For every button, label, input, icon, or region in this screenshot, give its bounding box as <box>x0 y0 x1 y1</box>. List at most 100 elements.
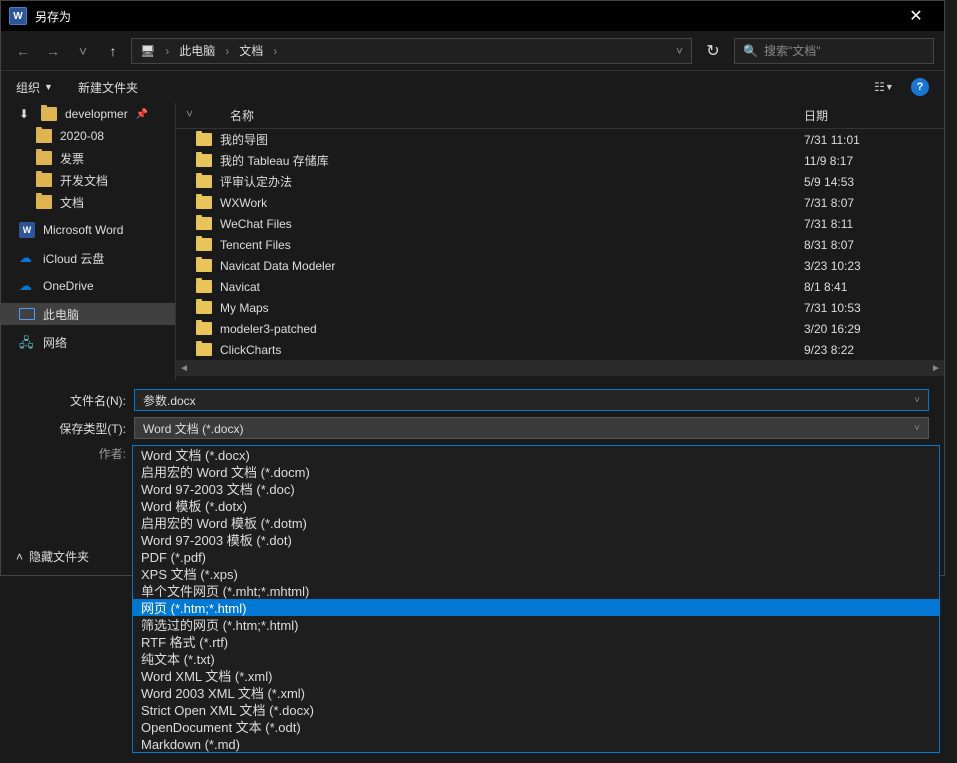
file-date-text: 3/20 16:29 <box>804 322 934 336</box>
filetype-option[interactable]: 网页 (*.htm;*.html) <box>133 599 939 616</box>
sidebar-item-发票[interactable]: 发票 <box>1 147 175 169</box>
file-date-text: 9/23 8:22 <box>804 343 934 357</box>
file-row[interactable]: modeler3-patched3/20 16:29 <box>176 318 944 339</box>
folder-icon <box>196 154 212 167</box>
filetype-option[interactable]: Markdown (*.md) <box>133 735 939 752</box>
new-folder-button[interactable]: 新建文件夹 <box>78 79 138 96</box>
hide-folders-toggle[interactable]: ˄ 隐藏文件夹 <box>16 548 89 565</box>
forward-button[interactable]: → <box>41 43 65 59</box>
column-name-header[interactable]: 名称 <box>200 107 804 124</box>
pc-icon: 🖥 <box>140 44 155 58</box>
file-row[interactable]: Tencent Files8/31 8:07 <box>176 234 944 255</box>
file-date-text: 7/31 10:53 <box>804 301 934 315</box>
expand-arrow[interactable]: ˅ <box>186 107 200 124</box>
folder-icon <box>36 173 52 187</box>
column-date-header[interactable]: 日期 <box>804 107 934 124</box>
dialog-title: 另存为 <box>35 8 71 25</box>
sidebar: ⬇developmer📌2020-08发票开发文档文档 WMicrosoft Wo… <box>1 103 176 381</box>
file-name-text: 评审认定办法 <box>220 173 292 190</box>
breadcrumb-root[interactable]: 此电脑 <box>179 42 215 59</box>
chevron-down-icon[interactable]: ˅ <box>914 423 920 434</box>
pc-icon <box>19 308 35 320</box>
file-row[interactable]: 我的 Tableau 存储库11/9 8:17 <box>176 150 944 171</box>
filetype-dropdown-list[interactable]: Word 文档 (*.docx)启用宏的 Word 文档 (*.docm)Wor… <box>132 445 940 753</box>
file-row[interactable]: 评审认定办法5/9 14:53 <box>176 171 944 192</box>
scroll-left-arrow[interactable]: ◄ <box>176 363 192 374</box>
sidebar-item-onedrive[interactable]: ☁OneDrive <box>1 275 175 297</box>
sidebar-item-文档[interactable]: 文档 <box>1 191 175 213</box>
file-name-text: Tencent Files <box>220 238 291 252</box>
search-icon: 🔍 <box>743 44 758 58</box>
folder-icon <box>36 195 52 209</box>
filename-label: 文件名(N): <box>16 392 126 409</box>
sidebar-item-developmer[interactable]: ⬇developmer📌 <box>1 103 175 125</box>
sidebar-item-网络[interactable]: 🖧网络 <box>1 331 175 353</box>
file-date-text: 8/1 8:41 <box>804 280 934 294</box>
folder-icon <box>196 259 212 272</box>
scroll-right-arrow[interactable]: ► <box>928 363 944 374</box>
sidebar-item-label: 开发文档 <box>60 172 108 189</box>
filetype-option[interactable]: OpenDocument 文本 (*.odt) <box>133 718 939 735</box>
file-list: ˅ 名称 日期 我的导图7/31 11:01我的 Tableau 存储库11/9… <box>176 103 944 381</box>
search-box[interactable]: 🔍 搜索"文档" <box>734 38 934 64</box>
filetype-option[interactable]: 纯文本 (*.txt) <box>133 650 939 667</box>
help-button[interactable]: ? <box>911 78 929 96</box>
filetype-option[interactable]: RTF 格式 (*.rtf) <box>133 633 939 650</box>
author-label: 作者: <box>16 445 126 462</box>
titlebar: W 另存为 ✕ <box>1 1 944 31</box>
organize-button[interactable]: 组织 ▼ <box>16 79 53 96</box>
filetype-option[interactable]: Word 文档 (*.docx) <box>133 446 939 463</box>
sidebar-item-microsoft-word[interactable]: WMicrosoft Word <box>1 219 175 241</box>
filetype-option[interactable]: 启用宏的 Word 模板 (*.dotm) <box>133 514 939 531</box>
sidebar-item-此电脑[interactable]: 此电脑 <box>1 303 175 325</box>
filetype-option[interactable]: Word 2003 XML 文档 (*.xml) <box>133 684 939 701</box>
filetype-option[interactable]: Word 模板 (*.dotx) <box>133 497 939 514</box>
filetype-option[interactable]: Word XML 文档 (*.xml) <box>133 667 939 684</box>
filetype-dropdown[interactable]: Word 文档 (*.docx) ˅ <box>134 417 929 439</box>
breadcrumb-sep: › <box>165 44 169 58</box>
navigation-bar: ← → ˅ ↑ 🖥 › 此电脑 › 文档 › ˅ ↻ 🔍 搜索"文档" <box>1 31 944 71</box>
close-button[interactable]: ✕ <box>896 2 936 30</box>
file-row[interactable]: WXWork7/31 8:07 <box>176 192 944 213</box>
filetype-option[interactable]: 启用宏的 Word 文档 (*.docm) <box>133 463 939 480</box>
quick-access-icon: ⬇ <box>19 107 33 121</box>
breadcrumb-folder[interactable]: 文档 <box>239 42 263 59</box>
sidebar-item-icloud-云盘[interactable]: ☁iCloud 云盘 <box>1 247 175 269</box>
folder-icon <box>196 175 212 188</box>
file-row[interactable]: Navicat8/1 8:41 <box>176 276 944 297</box>
horizontal-scrollbar[interactable]: ◄ ► <box>176 360 944 376</box>
recent-dropdown[interactable]: ˅ <box>71 43 95 59</box>
filetype-option[interactable]: Strict Open XML 文档 (*.docx) <box>133 701 939 718</box>
sidebar-item-2020-08[interactable]: 2020-08 <box>1 125 175 147</box>
filetype-option[interactable]: PDF (*.pdf) <box>133 548 939 565</box>
folder-icon <box>36 151 52 165</box>
folder-icon <box>36 129 52 143</box>
breadcrumb-sep: › <box>273 44 277 58</box>
file-row[interactable]: Navicat Data Modeler3/23 10:23 <box>176 255 944 276</box>
file-row[interactable]: 我的导图7/31 11:01 <box>176 129 944 150</box>
file-row[interactable]: ClickCharts9/23 8:22 <box>176 339 944 360</box>
sidebar-item-label: OneDrive <box>43 279 94 293</box>
view-options-button[interactable]: ☷ ▼ <box>872 77 896 97</box>
chevron-up-icon: ˄ <box>16 550 23 564</box>
sidebar-item-开发文档[interactable]: 开发文档 <box>1 169 175 191</box>
filename-input[interactable]: 参数.docx ˅ <box>134 389 929 411</box>
chevron-down-icon[interactable]: ˅ <box>914 395 920 406</box>
address-bar[interactable]: 🖥 › 此电脑 › 文档 › ˅ <box>131 38 692 64</box>
filetype-option[interactable]: XPS 文档 (*.xps) <box>133 565 939 582</box>
filetype-option[interactable]: 筛选过的网页 (*.htm;*.html) <box>133 616 939 633</box>
filetype-option[interactable]: Word 97-2003 模板 (*.dot) <box>133 531 939 548</box>
back-button[interactable]: ← <box>11 43 35 59</box>
file-row[interactable]: My Maps7/31 10:53 <box>176 297 944 318</box>
address-dropdown[interactable]: ˅ <box>676 44 683 58</box>
refresh-button[interactable]: ↻ <box>698 41 728 61</box>
file-date-text: 7/31 8:11 <box>804 217 934 231</box>
filetype-option[interactable]: Word 97-2003 文档 (*.doc) <box>133 480 939 497</box>
filetype-option[interactable]: 单个文件网页 (*.mht;*.mhtml) <box>133 582 939 599</box>
folder-icon <box>196 238 212 251</box>
network-icon: 🖧 <box>19 334 35 350</box>
folder-icon <box>196 280 212 293</box>
file-row[interactable]: WeChat Files7/31 8:11 <box>176 213 944 234</box>
file-date-text: 3/23 10:23 <box>804 259 934 273</box>
up-button[interactable]: ↑ <box>101 43 125 59</box>
